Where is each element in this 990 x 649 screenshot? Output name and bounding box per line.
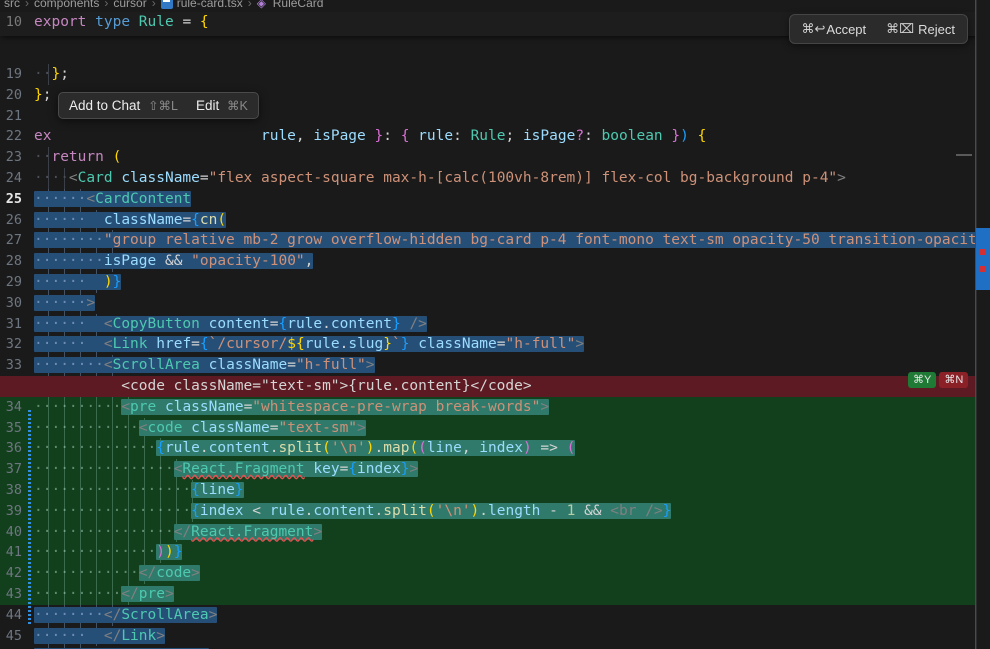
sticky-line-number: 10 — [0, 14, 34, 30]
reject-button[interactable]: ⌘⌧ Reject — [886, 21, 955, 37]
line-number: 31 — [0, 314, 34, 335]
diff-added-line[interactable]: 43 ··········</pre> — [0, 584, 990, 605]
line-number: 33 — [0, 355, 34, 376]
editor-scrollbar[interactable] — [976, 0, 990, 649]
accept-shortcut: ⌘↩ — [802, 21, 826, 37]
overview-change-marker — [980, 249, 986, 255]
add-to-chat-button[interactable]: Add to Chat ⇧⌘L — [69, 98, 178, 113]
edit-button[interactable]: Edit ⌘K — [196, 98, 248, 113]
scrollbar-thumb[interactable] — [976, 228, 990, 290]
line-number: 32 — [0, 334, 34, 355]
diff-added-line[interactable]: 35 ············<code className="text-sm"… — [0, 418, 990, 439]
line-number: 28 — [0, 251, 34, 272]
code-line[interactable]: 44 ········</ScrollArea> — [0, 605, 990, 626]
add-to-chat-shortcut: ⇧⌘L — [148, 99, 178, 113]
diff-added-line[interactable]: 40 ················</React.Fragment> — [0, 522, 990, 543]
code-line[interactable]: 28 ········isPage && "opacity-100", — [0, 251, 990, 272]
accept-label: Accept — [826, 22, 866, 37]
code-line-active[interactable]: 25 ······<CardContent — [0, 189, 990, 210]
line-number: 19 — [0, 64, 34, 85]
accept-button[interactable]: ⌘↩ Accept — [802, 21, 867, 37]
reject-shortcut: ⌘⌧ — [886, 21, 914, 37]
diff-added-line[interactable]: 37 ················<React.Fragment key={… — [0, 459, 990, 480]
breadcrumb-item-components[interactable]: components — [34, 0, 99, 10]
diff-added-line[interactable]: 36 ··············{rule.content.split('\n… — [0, 438, 990, 459]
reject-label: Reject — [918, 22, 955, 37]
code-line[interactable]: 27 ········"group relative mb-2 grow ove… — [0, 230, 990, 251]
symbol-function-icon: ◈ — [257, 0, 269, 9]
inline-reject-badge[interactable]: ⌘N — [939, 372, 968, 388]
line-number: 27 — [0, 230, 34, 251]
overview-change-marker — [980, 266, 986, 272]
editor-window: src › components › cursor › rule-card.ts… — [0, 0, 990, 649]
code-line[interactable]: 30 ······> — [0, 293, 990, 314]
line-number: 20 — [0, 85, 34, 106]
breadcrumb-item-symbol[interactable]: RuleCard — [273, 0, 324, 10]
inline-diff-badges[interactable]: ⌘Y ⌘N — [908, 372, 968, 388]
inline-accept-badge[interactable]: ⌘Y — [908, 372, 936, 388]
typescript-react-file-icon — [161, 0, 173, 9]
edit-label: Edit — [196, 98, 219, 113]
sticky-line-code: export type Rule = { — [34, 14, 209, 30]
code-line[interactable]: 23 ··return ( — [0, 147, 990, 168]
breadcrumb-separator: › — [152, 0, 156, 10]
line-number: 23 — [0, 147, 34, 168]
diff-added-line[interactable]: 39 ··················{index < rule.conte… — [0, 501, 990, 522]
breadcrumb-separator: › — [248, 0, 252, 10]
code-line[interactable]: 32 ······ <Link href={`/cursor/${rule.sl… — [0, 334, 990, 355]
breadcrumb[interactable]: src › components › cursor › rule-card.ts… — [0, 0, 990, 12]
code-line[interactable]: 26 ······ className={cn( — [0, 210, 990, 231]
breadcrumb-item-file[interactable]: rule-card.tsx — [177, 0, 243, 10]
edit-shortcut: ⌘K — [227, 99, 248, 113]
code-line[interactable]: 31 ······ <CopyButton content={rule.cont… — [0, 314, 990, 335]
breadcrumb-separator: › — [104, 0, 108, 10]
code-line[interactable]: 29 ······ )} — [0, 272, 990, 293]
line-number: 21 — [0, 106, 34, 127]
diff-added-line[interactable]: 38 ··················{line} — [0, 480, 990, 501]
scrollbar-track-edge — [976, 0, 977, 649]
line-number: 45 — [0, 626, 34, 647]
code-line[interactable]: 33 ········<ScrollArea className="h-full… — [0, 355, 990, 376]
add-to-chat-label: Add to Chat — [69, 98, 140, 113]
diff-added-line[interactable]: 34 ··········<pre className="whitespace-… — [0, 397, 990, 418]
code-line[interactable]: 24 ····<Card className="flex aspect-squa… — [0, 168, 990, 189]
diff-added-line[interactable]: 41 ··············))} — [0, 542, 990, 563]
code-line[interactable]: 22 export function RuleCard({rule, isPag… — [0, 126, 990, 147]
diff-accept-reject-toolbar[interactable]: ⌘↩ Accept ⌘⌧ Reject — [789, 14, 969, 44]
line-number: 22 — [0, 126, 34, 147]
code-editor[interactable]: 19 ··}; 20 }; 21 22 export function Rule… — [0, 36, 990, 649]
diff-change-bar — [28, 410, 31, 625]
diff-removed-line[interactable]: <code className="text-sm">{rule.content}… — [0, 376, 990, 397]
code-line[interactable]: 19 ··}; — [0, 64, 990, 85]
selection-action-toolbar[interactable]: Add to Chat ⇧⌘L Edit ⌘K — [58, 92, 259, 119]
diff-added-line[interactable]: 42 ············</code> — [0, 563, 990, 584]
code-line[interactable]: 45 ······ </Link> — [0, 626, 990, 647]
breadcrumb-item-cursor[interactable]: cursor — [113, 0, 146, 10]
breadcrumb-separator: › — [25, 0, 29, 10]
line-number-active: 25 — [0, 189, 34, 210]
minimap-slider[interactable] — [956, 154, 972, 156]
breadcrumb-item-src[interactable]: src — [4, 0, 20, 10]
line-number: 30 — [0, 293, 34, 314]
line-number: 24 — [0, 168, 34, 189]
line-number: 26 — [0, 210, 34, 231]
line-number: 29 — [0, 272, 34, 293]
